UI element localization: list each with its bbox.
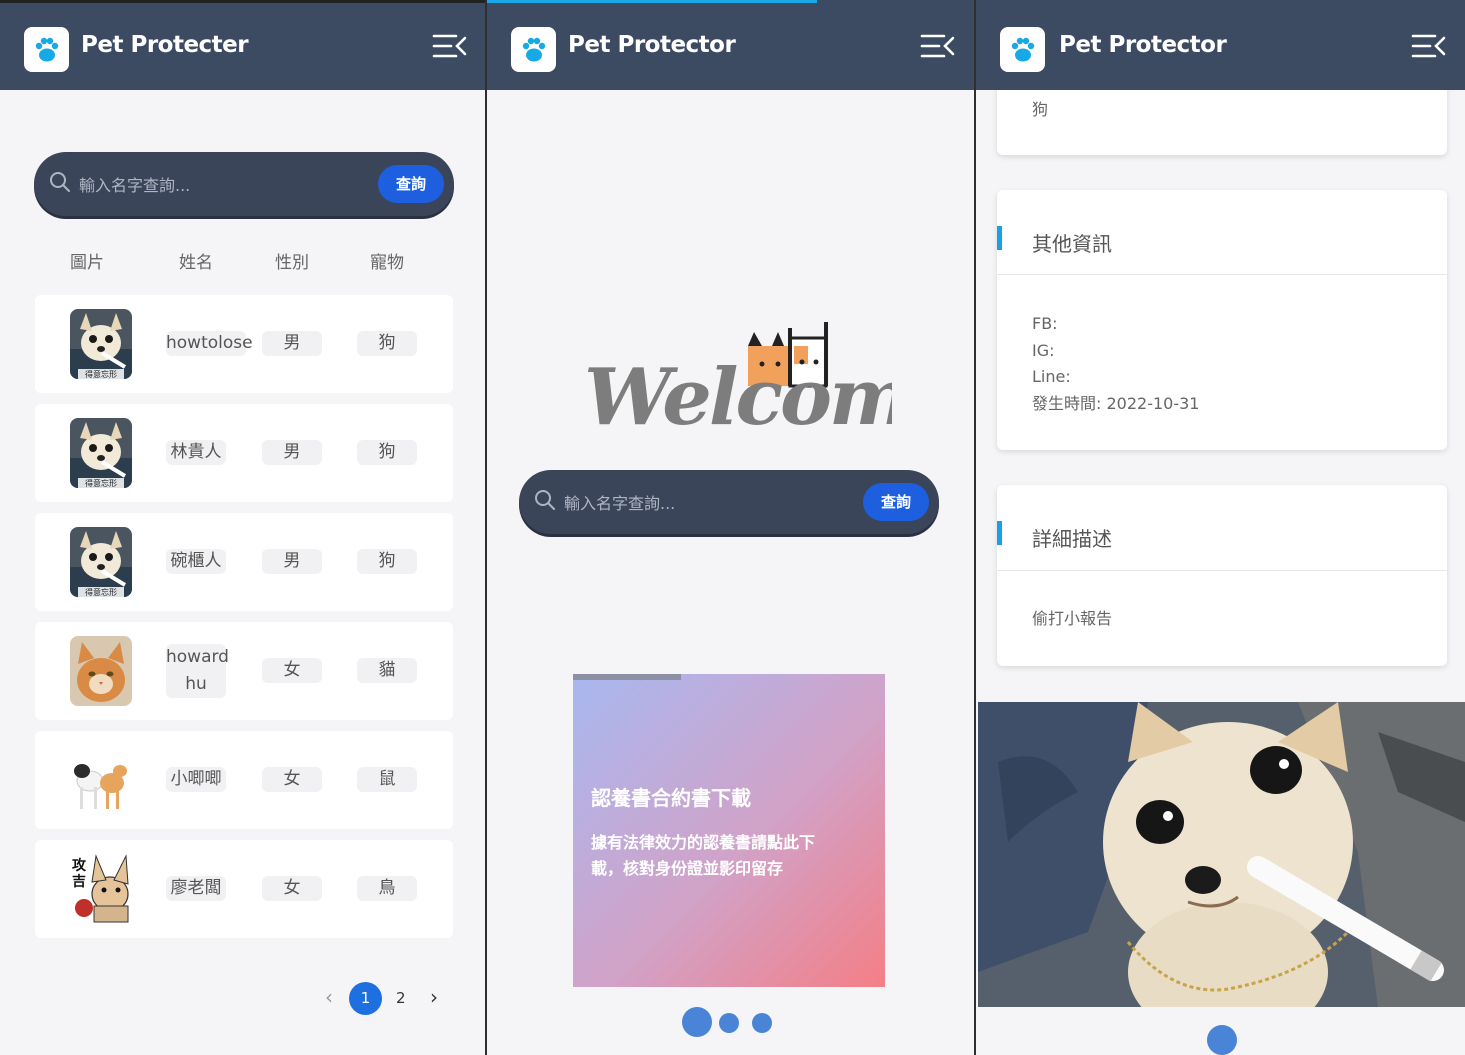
other-info-list: FB: IG: Line: 發生時間: 2022-10-31 — [1032, 311, 1199, 417]
search-input[interactable]: 輸入名字查詢... — [564, 490, 675, 514]
pet-photo: 得意忘形 — [70, 309, 132, 379]
other-info-card: 其他資訊 FB: IG: Line: 發生時間: 2022-10-31 — [997, 190, 1447, 450]
incident-time-field: 發生時間: 2022-10-31 — [1032, 393, 1200, 413]
column-header-name: 姓名 — [179, 253, 213, 273]
gender-value: 女 — [262, 876, 322, 901]
paw-logo-icon[interactable] — [24, 27, 69, 72]
line-field: Line: — [1032, 367, 1071, 386]
gender-value: 男 — [262, 440, 322, 465]
owner-name-line1: howard — [166, 647, 229, 667]
column-header-image: 圖片 — [70, 253, 104, 273]
carousel-dot-1[interactable] — [682, 1007, 712, 1037]
section-marker — [997, 226, 1002, 250]
app-title: Pet Protector — [568, 32, 736, 58]
pet-type-value: 狗 — [357, 331, 417, 356]
svg-text:得意忘形: 得意忘形 — [85, 369, 117, 379]
app-header: Pet Protecter — [0, 0, 486, 90]
owner-name: howard hu — [166, 644, 229, 698]
carousel-dot-2[interactable] — [719, 1013, 739, 1033]
owner-name: 廖老闆 — [166, 876, 226, 901]
loading-progress-bar — [487, 0, 817, 3]
app-title: Pet Protector — [1059, 32, 1227, 58]
pet-photo: 得意忘形 — [70, 418, 132, 488]
table-row[interactable]: 小唧唧 女 鼠 — [35, 731, 453, 829]
menu-collapse-icon[interactable] — [920, 32, 956, 60]
pet-photo: 得意忘形 — [70, 527, 132, 597]
owner-name: 林貴人 — [166, 440, 226, 465]
table-row[interactable]: 得意忘形 howtolose 男 狗 — [35, 295, 453, 393]
photo-pagination-dot[interactable] — [1207, 1025, 1237, 1055]
owner-name-line2: hu — [185, 674, 207, 694]
ig-field: IG: — [1032, 340, 1055, 360]
fb-field: FB: — [1032, 314, 1058, 333]
search-bar: 輸入名字查詢... 查詢 — [34, 152, 454, 216]
search-input[interactable]: 輸入名字查詢... — [79, 172, 190, 196]
pet-photo — [70, 745, 132, 815]
description-card: 詳細描述 偷打小報告 — [997, 485, 1447, 666]
gender-value: 女 — [262, 658, 322, 683]
table-row[interactable]: 得意忘形 林貴人 男 狗 — [35, 404, 453, 502]
svg-text:得意忘形: 得意忘形 — [85, 587, 117, 597]
carousel-title: 認養書合約書下載 — [591, 786, 751, 810]
pet-type-value: 狗 — [1032, 100, 1049, 119]
screen-home: Pet Protector Welcome 輸入名字查詢... 查詢 — [487, 0, 974, 1055]
svg-text:吉: 吉 — [72, 873, 86, 890]
app-title: Pet Protecter — [81, 32, 249, 58]
owner-name: howtolose — [166, 331, 253, 356]
app-header: Pet Protector — [487, 0, 974, 90]
pet-photo-large — [978, 702, 1465, 1007]
pagination-page-2[interactable]: 2 — [396, 989, 406, 1007]
gender-value: 男 — [262, 331, 322, 356]
search-bar: 輸入名字查詢... 查詢 — [519, 470, 939, 534]
column-header-pet: 寵物 — [370, 253, 404, 273]
pagination-prev-icon[interactable]: ‹ — [325, 985, 333, 1009]
gender-value: 女 — [262, 767, 322, 792]
pagination-next-icon[interactable]: › — [430, 985, 438, 1009]
carousel-card[interactable]: 認養書合約書下載 據有法律效力的認養書請點此下 載，核對身份證並影印留存 — [573, 674, 885, 987]
column-header-gender: 性別 — [275, 253, 309, 273]
owner-name: 碗櫃人 — [166, 549, 226, 574]
svg-text:攻: 攻 — [72, 857, 87, 874]
pet-type-value: 鼠 — [357, 767, 417, 792]
pet-type-value: 鳥 — [357, 876, 417, 901]
pet-type-value: 貓 — [357, 658, 417, 683]
carousel-desc-line2: 載，核對身份證並影印留存 — [591, 859, 784, 878]
paw-logo-icon[interactable] — [1000, 27, 1045, 72]
menu-collapse-icon[interactable] — [1411, 32, 1447, 60]
app-header: Pet Protector — [976, 0, 1465, 90]
search-button[interactable]: 查詢 — [863, 483, 929, 521]
carousel-description: 據有法律效力的認養書請點此下 載，核對身份證並影印留存 — [591, 830, 815, 882]
search-icon — [535, 490, 555, 510]
divider — [997, 274, 1447, 275]
welcome-banner: Welcome — [582, 318, 959, 443]
section-marker — [997, 521, 1002, 545]
search-icon — [50, 172, 70, 192]
table-row[interactable]: 得意忘形 碗櫃人 男 狗 — [35, 513, 453, 611]
description-title: 詳細描述 — [1032, 527, 1112, 551]
divider — [997, 570, 1447, 571]
screen-list: Pet Protecter 輸入名字查詢... 查詢 圖片 姓名 性別 寵物 得… — [0, 0, 486, 1055]
table-row[interactable]: howard hu 女 貓 — [35, 622, 453, 720]
search-button[interactable]: 查詢 — [378, 165, 444, 203]
svg-text:Welcome: Welcome — [584, 352, 892, 438]
svg-text:得意忘形: 得意忘形 — [85, 478, 117, 488]
pet-type-value: 狗 — [357, 440, 417, 465]
slide-progress-bar — [573, 674, 681, 680]
menu-collapse-icon[interactable] — [432, 32, 468, 60]
carousel-dot-3[interactable] — [752, 1013, 772, 1033]
pet-type-value: 狗 — [357, 549, 417, 574]
pet-photo — [70, 636, 132, 706]
paw-logo-icon[interactable] — [511, 27, 556, 72]
pet-photo: 攻吉 — [70, 854, 132, 924]
pagination-page-1[interactable]: 1 — [349, 982, 382, 1015]
table-row[interactable]: 攻吉 廖老闆 女 鳥 — [35, 840, 453, 938]
other-info-title: 其他資訊 — [1032, 232, 1112, 256]
owner-name: 小唧唧 — [166, 767, 226, 792]
description-text: 偷打小報告 — [1032, 609, 1113, 628]
gender-value: 男 — [262, 549, 322, 574]
screen-detail: 狗 Pet Protector 其他資訊 FB: IG: Line: 發生時間:… — [976, 0, 1465, 1055]
carousel-desc-line1: 據有法律效力的認養書請點此下 — [591, 833, 816, 852]
